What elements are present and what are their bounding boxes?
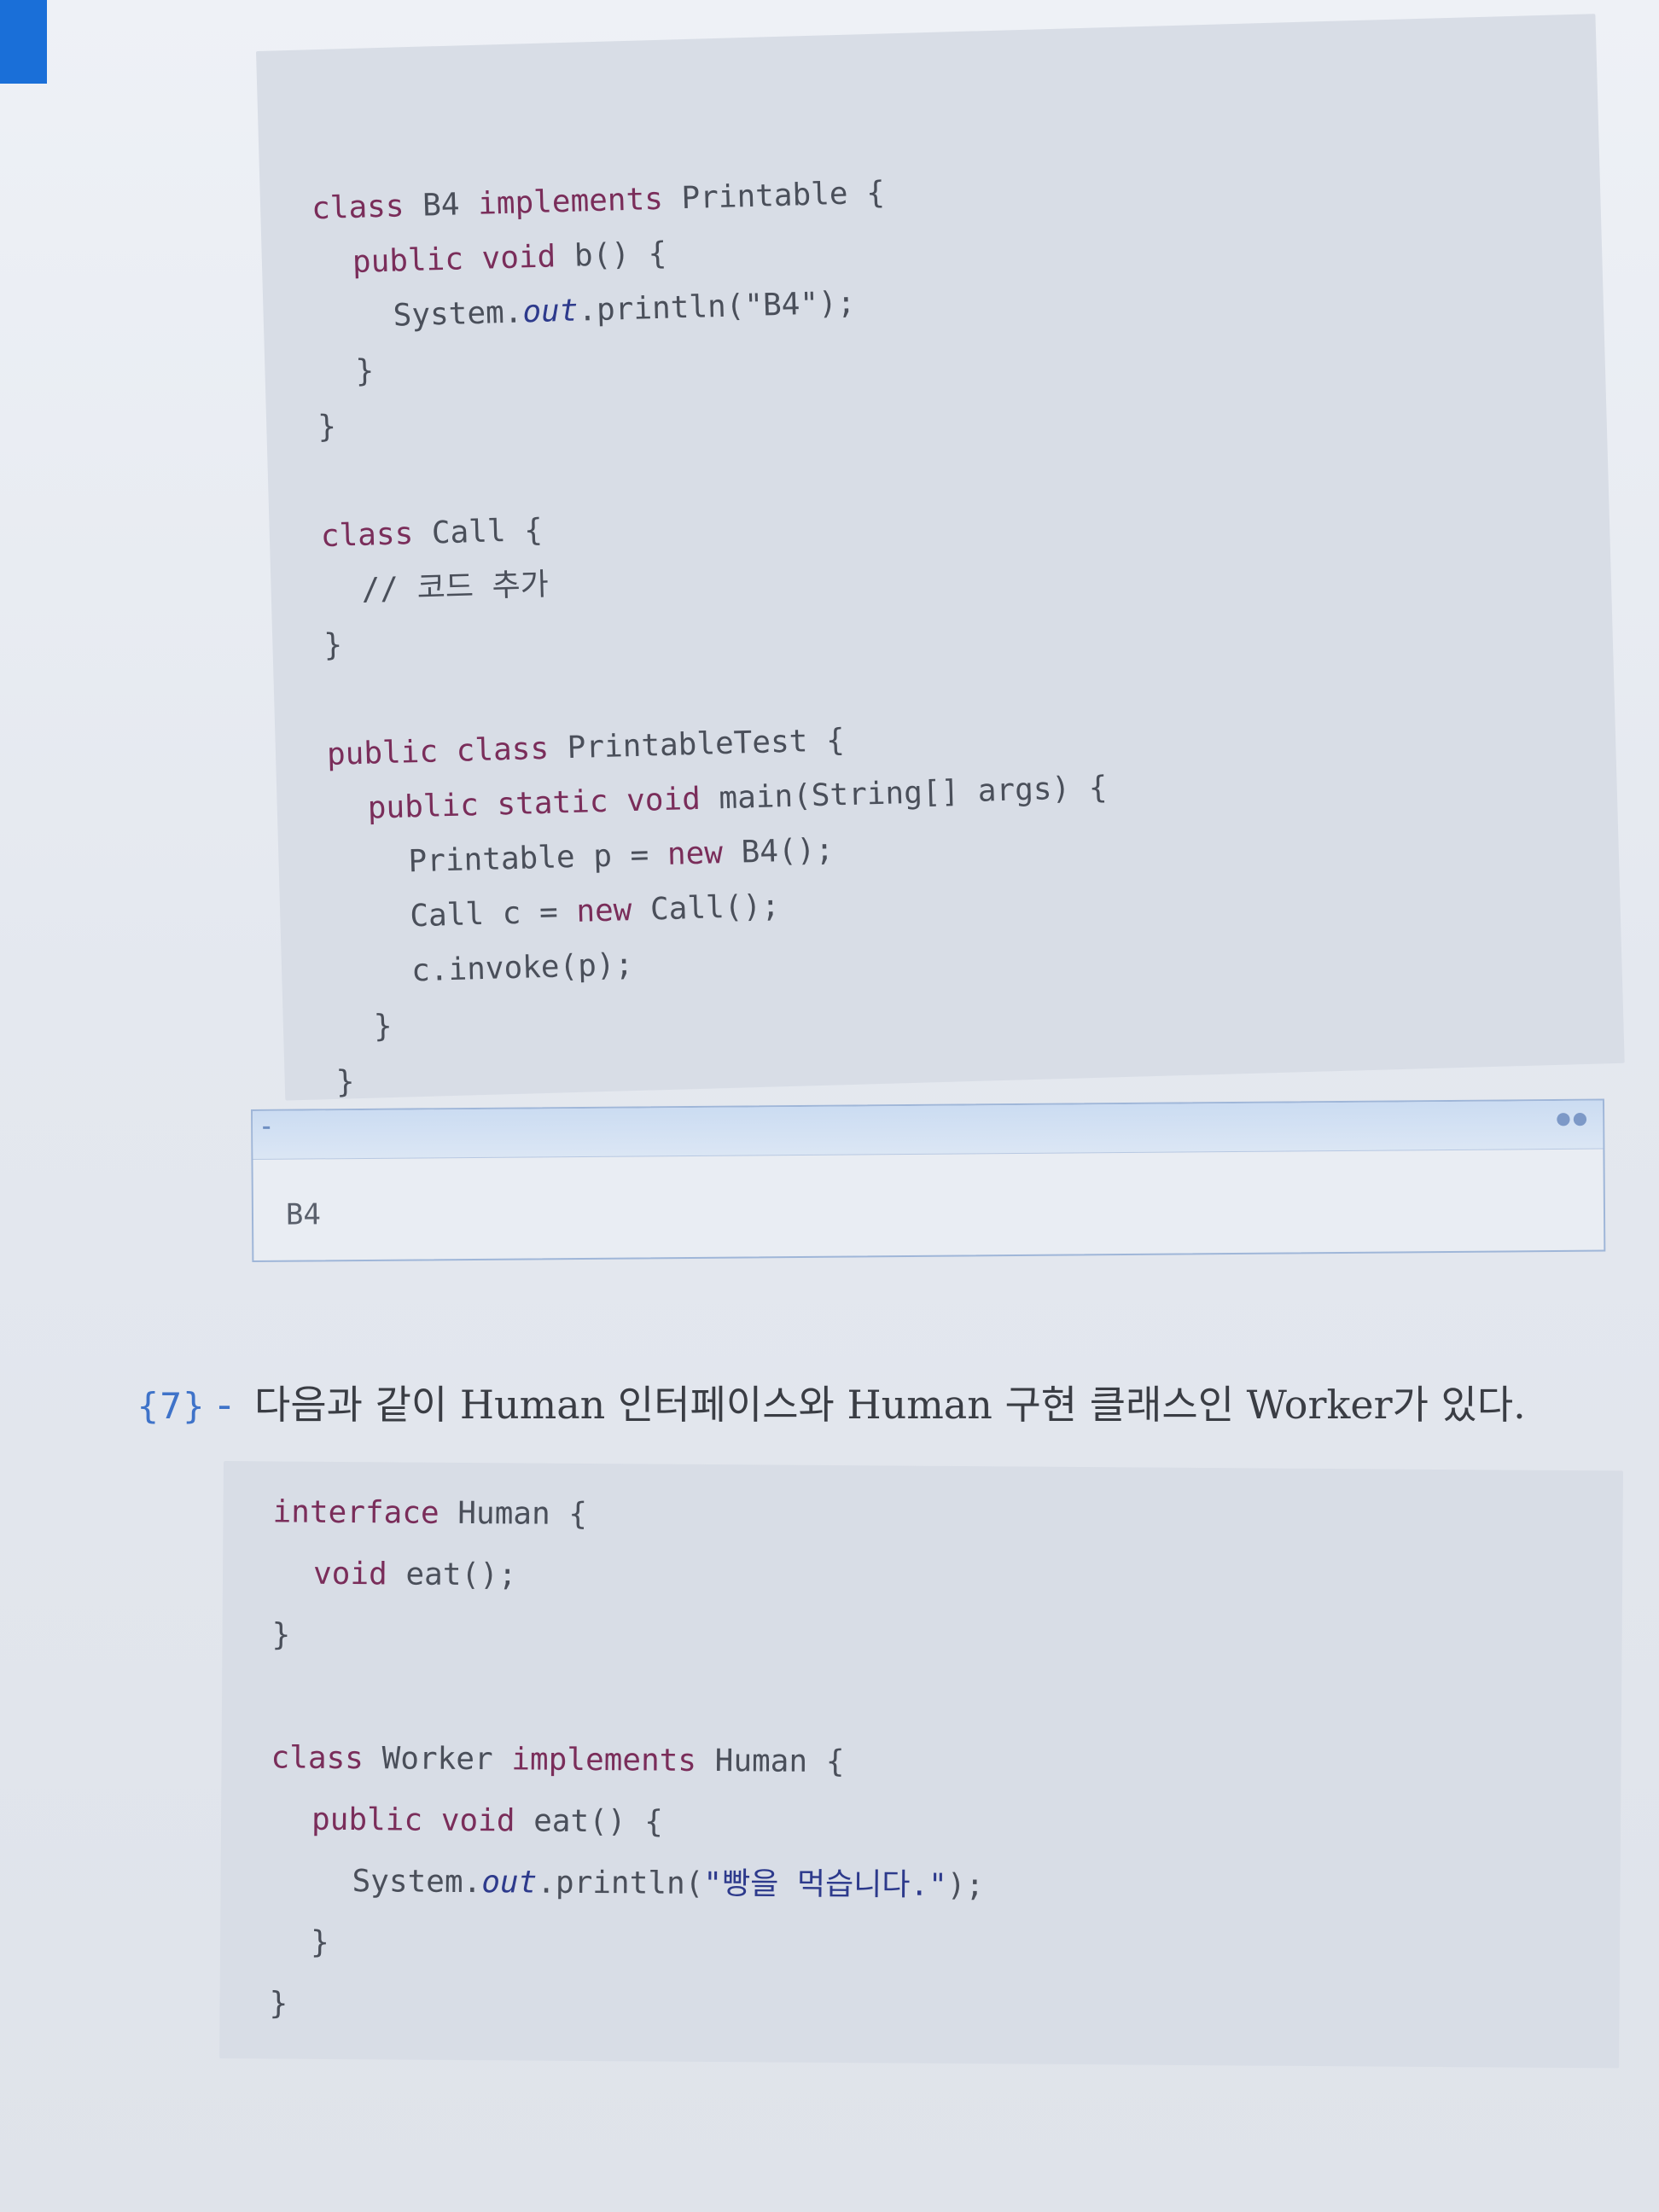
code-token: b() { (573, 236, 667, 274)
code-token: implements (477, 181, 683, 222)
code-block-printable: class B4 implements Printable { public vo… (256, 14, 1625, 1102)
code-token: Human { (714, 1743, 845, 1780)
code-line: public void b() { (352, 236, 667, 282)
code-token: class (311, 188, 423, 227)
code-line: // 코드 추가 (361, 567, 549, 609)
code-token: new (575, 892, 651, 929)
code-token: class (320, 515, 433, 555)
code-line: } (311, 1924, 329, 1962)
code-line: interface Human { (272, 1493, 587, 1534)
code-token: ); (946, 1867, 985, 1904)
code-line: } (373, 1008, 393, 1046)
code-token: PrintableTest { (567, 723, 846, 766)
code-token: eat() { (533, 1803, 664, 1840)
code-line: public void eat() { (311, 1802, 663, 1842)
code-token: B4(); (741, 832, 835, 870)
code-token: } (269, 1986, 288, 2022)
code-token: main(String[] args) { (718, 770, 1109, 817)
code-token: } (373, 1008, 393, 1045)
code-line: System.out.println("B4"); (393, 285, 856, 335)
code-token: } (335, 1064, 356, 1100)
code-token: B4 (422, 186, 479, 224)
code-line: class Worker implements Human { (271, 1739, 844, 1781)
question-7: {7} - 다음과 같이 Human 인터페이스와 Human 구현 클래스인 … (137, 1374, 1639, 1430)
code-token: out (521, 293, 579, 330)
code-block-human: interface Human { void eat();} class Worke… (219, 1461, 1623, 2069)
code-token: "빵을 먹습니다." (703, 1866, 947, 1903)
code-token: interface (272, 1494, 458, 1531)
code-token: } (317, 409, 337, 445)
code-line: Call c = new Call(); (410, 888, 781, 935)
code-line: } (335, 1063, 355, 1102)
code-line: c.invoke(p); (411, 946, 634, 990)
code-line: } (269, 1985, 288, 2023)
code-token: out (481, 1865, 538, 1901)
code-token: } (323, 627, 343, 664)
code-line: System.out.println("빵을 먹습니다."); (352, 1863, 984, 1905)
code-line: } (355, 352, 375, 391)
code-token: public void (352, 238, 575, 280)
code-token: .println( (537, 1865, 704, 1901)
code-token: // 코드 추가 (361, 567, 550, 608)
code-token: eat(); (405, 1557, 517, 1593)
window-dots-icon: ●● (1556, 1107, 1590, 1128)
code-line: class B4 implements Printable { (311, 174, 886, 228)
code-token: void (312, 1556, 406, 1592)
code-token: System. (393, 294, 523, 334)
question-dash: - (217, 1382, 232, 1428)
code-line: public static void main(String[] args) { (367, 769, 1108, 827)
code-token: } (310, 1924, 329, 1960)
code-line: } (317, 409, 337, 447)
minimize-icon (263, 1126, 271, 1129)
code-line: void eat(); (313, 1556, 517, 1595)
code-token: Human { (457, 1495, 588, 1532)
code-token: Worker (381, 1741, 512, 1778)
code-token: .println("B4"); (577, 285, 856, 329)
code-token: Call { (431, 512, 544, 551)
code-line: public class PrintableTest { (326, 722, 845, 774)
code-token: } (354, 353, 375, 389)
question-text: 다음과 같이 Human 인터페이스와 Human 구현 클래스인 Worker… (254, 1382, 1526, 1428)
code-token: new (667, 835, 742, 872)
code-token: c.invoke(p); (410, 947, 634, 989)
output-console: ●● B4 (251, 1098, 1606, 1262)
code-line: class Call { (320, 512, 543, 556)
code-token: } (271, 1617, 291, 1653)
output-text: B4 (285, 1197, 322, 1232)
code-line: } (271, 1616, 290, 1654)
code-line: } (323, 626, 343, 665)
code-token: public class (326, 731, 568, 772)
code-line: Printable p = new B4(); (408, 831, 835, 881)
output-console-header: ●● (253, 1100, 1604, 1160)
code-token: System. (352, 1864, 482, 1901)
question-number: {7} (137, 1385, 206, 1427)
code-token: Call(); (649, 888, 781, 928)
code-token: Printable { (680, 175, 886, 217)
code-token: Call c = (409, 894, 577, 934)
code-token: public static void (367, 781, 720, 826)
code-token: Printable p = (408, 836, 668, 880)
code-token: public void (311, 1802, 534, 1839)
corner-tab-marker (0, 0, 47, 84)
code-token: implements (511, 1742, 715, 1779)
code-token: class (271, 1740, 382, 1777)
